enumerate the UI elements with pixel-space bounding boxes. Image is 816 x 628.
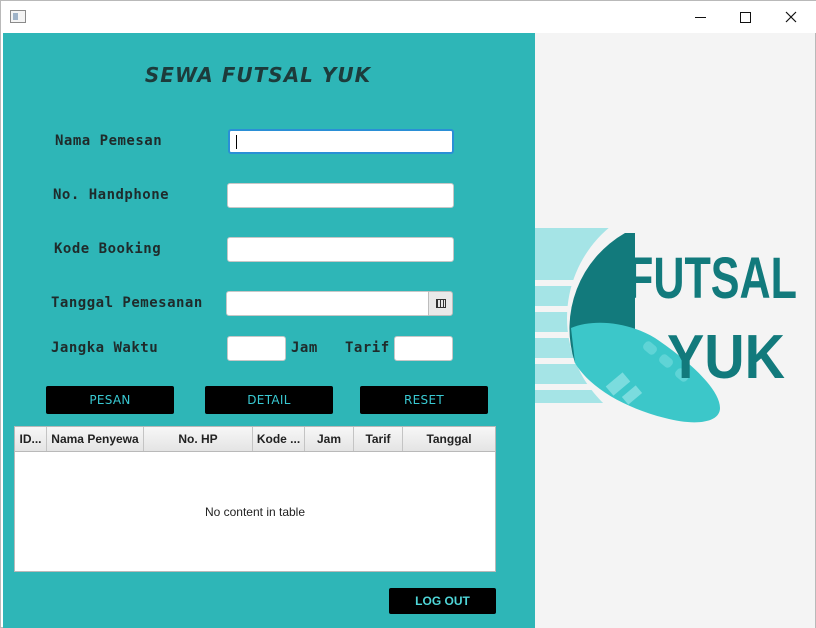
column-header-nama-penyewa[interactable]: Nama Penyewa [47,427,144,451]
tarif-label: Tarif [345,340,390,356]
app-window-icon [10,10,26,23]
close-icon [785,11,797,23]
jangka-waktu-label: Jangka Waktu [51,340,159,356]
booking-table[interactable]: ID... Nama Penyewa No. HP Kode ... Jam T… [14,426,496,572]
tanggal-pemesanan-label: Tanggal Pemesanan [51,295,203,311]
text-caret [236,135,237,149]
tanggal-pemesanan-input[interactable] [226,291,429,316]
column-header-tarif[interactable]: Tarif [354,427,403,451]
booking-form-panel: SEWA FUTSAL YUK Nama Pemesan No. Handpho… [3,33,535,628]
date-picker-button[interactable] [428,291,453,316]
column-header-tanggal[interactable]: Tanggal [403,427,495,451]
tarif-input[interactable] [394,336,453,361]
no-handphone-input[interactable] [227,183,454,208]
reset-button[interactable]: RESET [360,386,488,414]
nama-pemesan-input[interactable] [228,129,454,154]
minimize-icon [694,16,706,18]
minimize-button[interactable] [677,1,723,33]
nama-pemesan-label: Nama Pemesan [55,133,163,149]
close-button[interactable] [768,1,814,33]
column-header-kode[interactable]: Kode ... [253,427,305,451]
kode-booking-input[interactable] [227,237,454,262]
jangka-waktu-input[interactable] [227,336,286,361]
table-empty-message: No content in table [204,505,306,519]
detail-button[interactable]: DETAIL [205,386,333,414]
title-bar [1,1,816,33]
jam-label: Jam [291,340,318,356]
logout-button[interactable]: LOG OUT [389,588,496,614]
column-header-jam[interactable]: Jam [305,427,354,451]
logo-panel: FUTSAL YUK [535,33,815,628]
column-header-id[interactable]: ID... [15,427,47,451]
futsal-yuk-logo: FUTSAL YUK [535,200,803,436]
calendar-icon [435,299,446,308]
kode-booking-label: Kode Booking [54,241,162,257]
page-title: SEWA FUTSAL YUK [144,63,372,87]
logo-text-futsal: FUTSAL [627,246,797,311]
app-window: SEWA FUTSAL YUK Nama Pemesan No. Handpho… [0,0,816,628]
column-header-no-hp[interactable]: No. HP [144,427,253,451]
maximize-icon [739,11,751,23]
table-header: ID... Nama Penyewa No. HP Kode ... Jam T… [15,427,495,452]
no-handphone-label: No. Handphone [53,187,170,203]
pesan-button[interactable]: PESAN [46,386,174,414]
maximize-button[interactable] [722,1,768,33]
logo-text-yuk: YUK [667,323,785,392]
